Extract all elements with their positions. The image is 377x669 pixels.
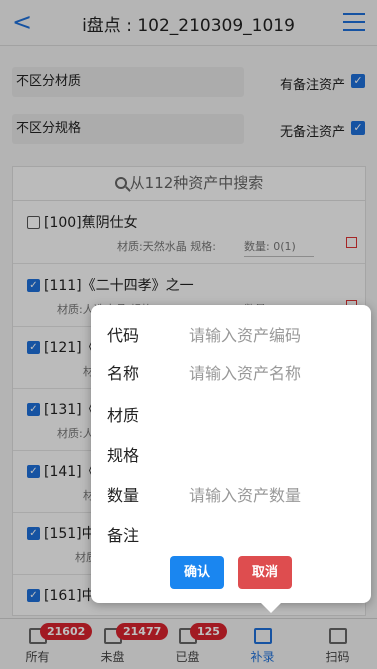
confirm-button[interactable]: 确认 (170, 556, 224, 589)
quantity-input[interactable]: 请输入资产数量 (189, 482, 301, 506)
field-material[interactable]: 材质 (107, 398, 357, 428)
field-label: 名称 (107, 364, 140, 383)
field-spec[interactable]: 规格 (107, 438, 357, 468)
supplement-popup: 代码 请输入资产编码 名称 请输入资产名称 材质 规格 数量 请输入资产数量 备… (91, 305, 371, 613)
field-label: 备注 (107, 526, 140, 545)
field-code[interactable]: 代码 请输入资产编码 (107, 318, 357, 348)
field-label: 代码 (107, 326, 140, 345)
field-name[interactable]: 名称 请输入资产名称 (107, 356, 357, 386)
field-label: 数量 (107, 486, 140, 505)
field-label: 材质 (107, 406, 140, 425)
name-input[interactable]: 请输入资产名称 (189, 360, 301, 384)
cancel-button[interactable]: 取消 (238, 556, 292, 589)
field-remark[interactable]: 备注 (107, 518, 357, 548)
field-quantity[interactable]: 数量 请输入资产数量 (107, 478, 357, 508)
field-label: 规格 (107, 446, 140, 465)
code-input[interactable]: 请输入资产编码 (189, 322, 301, 346)
